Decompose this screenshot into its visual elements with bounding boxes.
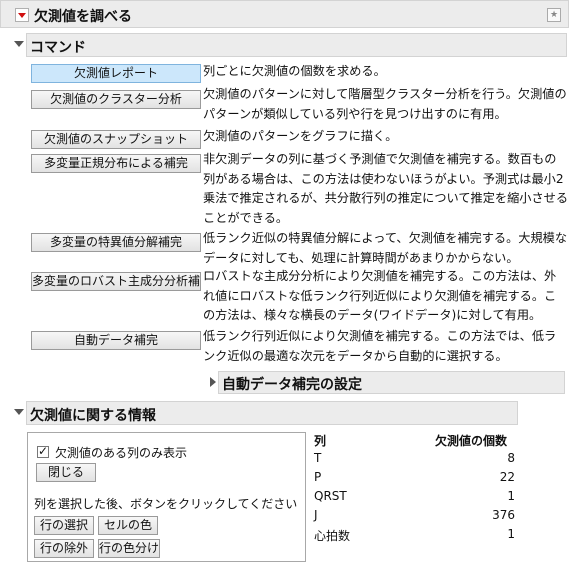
robust-pca-imputation-button[interactable]: 多変量のロバスト主成分分析補完	[31, 272, 201, 291]
table-row-count: 1	[507, 489, 515, 503]
column-selection-panel: 欠測値のある列のみ表示 閉じる 列を選択した後、ボタンをクリックしてください 行…	[27, 432, 306, 562]
table-row-col[interactable]: J	[314, 508, 318, 522]
exclude-rows-button[interactable]: 行の除外	[34, 539, 94, 558]
auto-settings-title: 自動データ補完の設定	[222, 377, 362, 393]
auto-data-imputation-button[interactable]: 自動データ補完	[31, 331, 201, 350]
table-row-count: 8	[507, 451, 515, 465]
auto-data-imputation-desc: 低ランク行列近似により欠測値を補完する。この方法では、低ランク近似の最適な次元を…	[203, 329, 557, 363]
column-header: 列	[314, 434, 327, 448]
show-missing-only-label: 欠測値のある列のみ表示	[55, 446, 188, 460]
window-title: 欠測値を調べる	[34, 9, 132, 25]
table-row-col[interactable]: QRST	[314, 489, 347, 503]
red-triangle-menu-icon[interactable]	[15, 8, 29, 22]
missing-value-clustering-button[interactable]: 欠測値のクラスター分析	[31, 90, 201, 109]
instruction-text: 列を選択した後、ボタンをクリックしてください	[34, 497, 298, 511]
show-missing-only-checkbox[interactable]	[37, 444, 49, 458]
multivariate-normal-imputation-desc: 非欠測データの列に基づく予測値で欠測値を補完する。数百もの列がある場合は、この方…	[203, 152, 569, 225]
commands-title: コマンド	[30, 40, 86, 56]
select-rows-button[interactable]: 行の選択	[34, 516, 94, 535]
missing-value-report-button[interactable]: 欠測値レポート	[31, 64, 201, 83]
missing-value-snapshot-desc: 欠測値のパターンをグラフに描く。	[203, 129, 398, 143]
table-row-count: 376	[492, 508, 515, 522]
auto-settings-header[interactable]: 自動データ補完の設定	[218, 371, 565, 394]
missing-value-report-desc: 列ごとに欠測値の個数を求める。	[203, 64, 386, 78]
expand-auto-settings-icon[interactable]	[210, 377, 216, 387]
collapse-info-icon[interactable]	[14, 409, 24, 415]
robust-pca-imputation-desc: ロバストな主成分分析により欠測値を補完する。この方法は、外れ値にロバストな低ラン…	[203, 269, 557, 322]
table-row-count: 1	[507, 527, 515, 541]
missing-count-header: 欠測値の個数	[435, 434, 508, 448]
table-row-col[interactable]: 心拍数	[314, 527, 350, 544]
missing-value-clustering-desc: 欠測値のパターンに対して階層型クラスター分析を行う。欠測値のパターンが類似してい…	[203, 87, 567, 121]
table-row-col[interactable]: T	[314, 451, 321, 465]
commands-header: コマンド	[26, 33, 567, 57]
table-row-count: 22	[499, 470, 515, 484]
multivariate-normal-imputation-button[interactable]: 多変量正規分布による補完	[31, 154, 201, 173]
info-header: 欠測値に関する情報	[26, 401, 518, 425]
window-header: 欠測値を調べる ★	[0, 0, 569, 28]
svd-imputation-button[interactable]: 多変量の特異値分解補完	[31, 233, 201, 252]
missing-value-snapshot-button[interactable]: 欠測値のスナップショット	[31, 130, 201, 149]
close-button[interactable]: 閉じる	[36, 463, 96, 482]
cell-color-button[interactable]: セルの色	[98, 516, 158, 535]
svd-imputation-desc: 低ランク近似の特異値分解によって、欠測値を補完する。大規模なデータに対しても、処…	[203, 231, 568, 265]
table-row-col[interactable]: P	[314, 470, 321, 484]
options-star-icon[interactable]: ★	[547, 8, 561, 22]
color-rows-button[interactable]: 行の色分け	[98, 539, 160, 558]
info-title: 欠測値に関する情報	[30, 408, 156, 424]
collapse-commands-icon[interactable]	[14, 41, 24, 47]
